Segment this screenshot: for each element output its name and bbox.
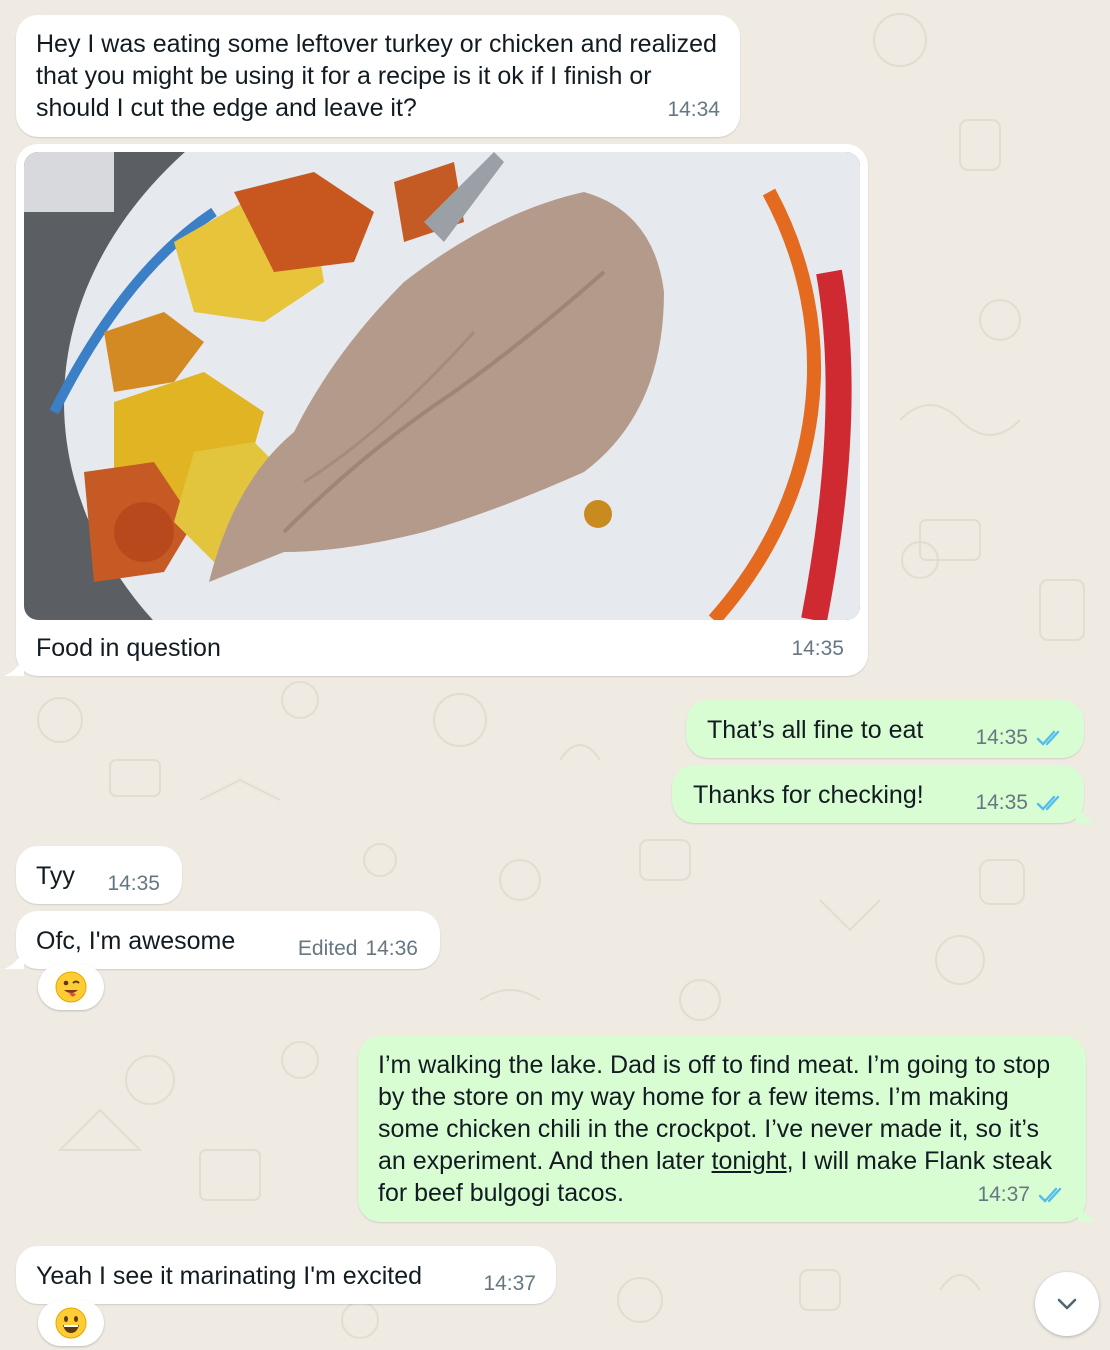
- message-meta: 14:35: [975, 787, 1066, 819]
- message-meta: 14:35: [791, 633, 844, 665]
- message-time: 14:35: [975, 726, 1028, 749]
- message-meta: 14:34: [667, 94, 720, 126]
- edited-label: Edited: [297, 937, 358, 960]
- incoming-message[interactable]: Hey I was eating some leftover turkey or…: [16, 15, 740, 137]
- message-time: 14:35: [791, 637, 844, 660]
- incoming-message[interactable]: Ofc, I'm awesome Edited 14:36: [4, 911, 440, 969]
- message-time: 14:37: [483, 1272, 536, 1295]
- incoming-message[interactable]: Yeah I see it marinating I'm excited 14:…: [16, 1246, 556, 1304]
- outgoing-message[interactable]: Thanks for checking! 14:35: [672, 765, 1096, 823]
- message-meta: 14:35: [975, 722, 1066, 754]
- incoming-photo-message[interactable]: Food in question 14:35: [4, 144, 868, 676]
- message-time: 14:35: [975, 791, 1028, 814]
- message-meta: Edited 14:36: [298, 933, 418, 965]
- double-check-icon: [1038, 1187, 1062, 1203]
- double-check-icon: [1036, 730, 1060, 746]
- outgoing-message[interactable]: That’s all fine to eat 14:35: [686, 700, 1084, 758]
- message-text: I’m walking the lake. Dad is off to find…: [378, 1049, 1068, 1209]
- message-time: 14:36: [365, 937, 418, 960]
- message-time: 14:35: [107, 872, 160, 895]
- outgoing-message[interactable]: I’m walking the lake. Dad is off to find…: [358, 1036, 1098, 1222]
- message-time: 14:37: [977, 1183, 1030, 1206]
- message-meta: 14:37: [483, 1268, 536, 1300]
- scroll-to-bottom-button[interactable]: [1035, 1272, 1099, 1336]
- food-photo-image: [24, 152, 860, 620]
- date-link[interactable]: tonight: [712, 1147, 787, 1175]
- message-text: Hey I was eating some leftover turkey or…: [36, 30, 717, 122]
- message-time: 14:34: [667, 98, 720, 121]
- photo-caption: Food in question: [36, 634, 221, 662]
- message-meta: 14:35: [107, 868, 160, 900]
- message-text: Ofc, I'm awesome: [36, 927, 236, 955]
- message-meta: 14:37: [977, 1179, 1068, 1211]
- bubble-tail: [4, 656, 24, 676]
- message-text: Thanks for checking!: [693, 781, 924, 809]
- double-check-icon: [1036, 795, 1060, 811]
- message-text: Tyy: [36, 862, 75, 890]
- chevron-down-icon: [1057, 1298, 1077, 1310]
- message-reaction[interactable]: [38, 1300, 104, 1346]
- message-text: Yeah I see it marinating I'm excited: [36, 1262, 422, 1290]
- winking-face-with-tongue-icon: [55, 971, 87, 1003]
- bubble-tail: [1078, 1202, 1098, 1222]
- message-text: That’s all fine to eat: [707, 716, 924, 744]
- message-reaction[interactable]: [38, 964, 104, 1010]
- grinning-face-icon: [55, 1307, 87, 1339]
- bubble-tail: [4, 949, 24, 969]
- food-photo[interactable]: [24, 152, 860, 620]
- bubble-tail: [1076, 803, 1096, 823]
- incoming-message[interactable]: Tyy 14:35: [16, 846, 182, 904]
